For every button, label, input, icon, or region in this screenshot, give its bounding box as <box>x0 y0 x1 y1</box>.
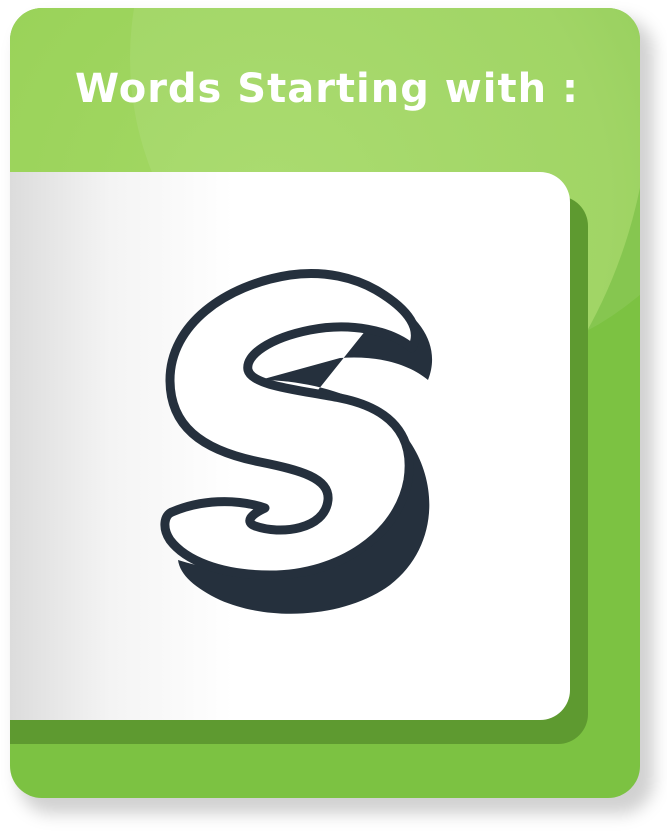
flashcard-stage: Words Starting with : <box>0 0 667 834</box>
letter-outline <box>160 268 420 580</box>
s-letter-icon <box>160 268 433 614</box>
card-title: Words Starting with : <box>75 66 579 112</box>
